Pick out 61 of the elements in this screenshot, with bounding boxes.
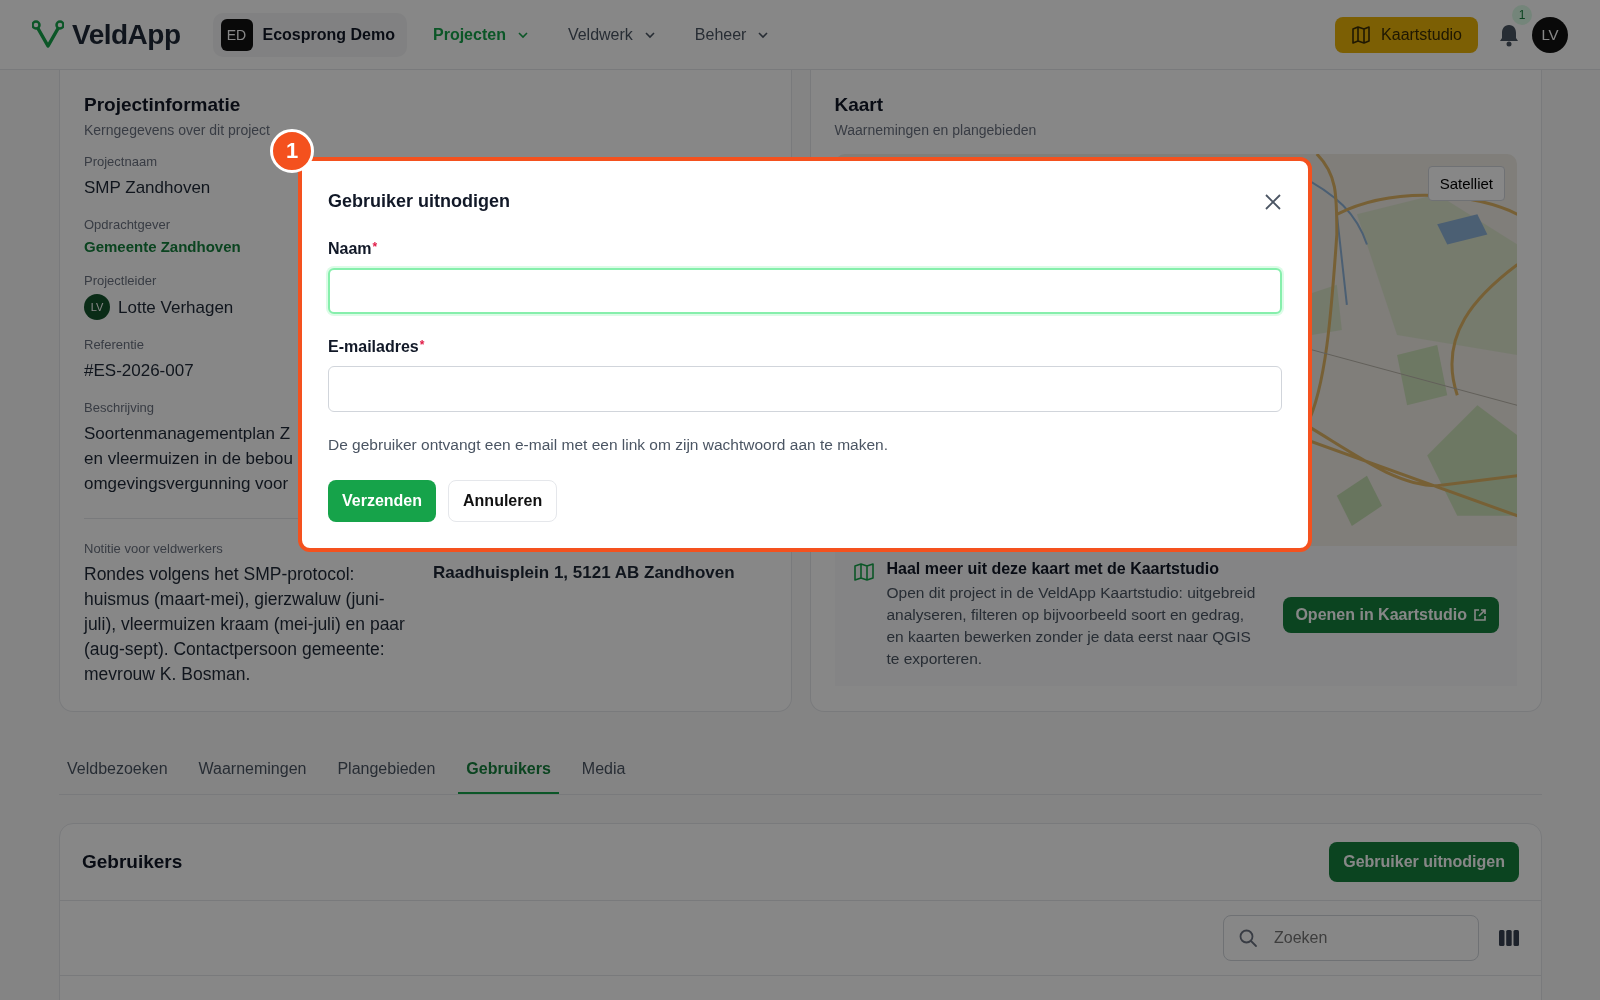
map-icon	[852, 562, 875, 582]
search-field[interactable]: Zoeken	[1223, 915, 1479, 961]
close-icon[interactable]	[1264, 192, 1282, 211]
submit-button[interactable]: Verzenden	[328, 480, 437, 522]
field-label: Notitie voor veldwerkers	[84, 541, 223, 556]
person-avatar: LV	[84, 294, 110, 320]
card-subtitle: Kerngegevens over dit project	[84, 122, 271, 138]
field-label: Projectnaam	[84, 154, 157, 169]
invite-user-button[interactable]: Gebruiker uitnodigen	[1329, 842, 1519, 882]
client-link[interactable]: Gemeente Zandhoven	[84, 238, 241, 255]
tab[interactable]: Plangebieden	[329, 752, 444, 794]
dialog-title: Gebruiker uitnodigen	[328, 191, 510, 212]
search-input[interactable]: Zoeken	[1272, 928, 1436, 948]
workspace-name: Ecosprong Demo	[262, 25, 395, 44]
app-logo[interactable]: VeldApp	[72, 18, 181, 51]
description-line: en vleermuizen in de bebou	[84, 448, 293, 470]
nav-menu[interactable]: Beheer	[694, 19, 771, 50]
promo-text: Open dit project in de VeldApp Kaartstudio: uitgebreid analyseren, filteren op bijvoorbeeld soort en gedrag, en kaarten bewerken zonder je data eerst naar QGIS te exporteren.	[886, 583, 1257, 669]
nav-menu[interactable]: Projecten	[433, 19, 530, 50]
field-value: SMP Zandhoven	[84, 177, 211, 199]
field-label: Naam	[328, 240, 372, 258]
search-icon	[1238, 928, 1258, 948]
field-value: #ES-2026-007	[84, 360, 194, 382]
field-value: Lotte Verhagen	[118, 296, 234, 319]
tab[interactable]: Media	[573, 752, 634, 794]
required-mark: *	[419, 338, 425, 354]
card-title: Kaart	[834, 94, 885, 116]
tab[interactable]: Gebruikers	[458, 752, 559, 794]
workspace-switcher[interactable]: ED Ecosprong Demo	[212, 12, 407, 57]
description-line: Soortenmanagementplan Z	[84, 423, 291, 445]
satellite-toggle[interactable]: Satelliet	[1427, 166, 1505, 201]
field-label: Opdrachtgever	[84, 217, 170, 232]
bell-icon[interactable]	[1498, 22, 1520, 47]
promo-title: Haal meer uit deze kaart met de Kaartstudio	[886, 560, 1221, 578]
note-text: Rondes volgens het SMP-protocol: huismus (maart-mei), gierzwaluw (juni-juli), vleermuizen kraam (mei-juli) en paar (aug-sept). Contactpersoon gemeente: mevrouw K. Bosman.	[84, 563, 406, 686]
notification-badge: 1	[1512, 4, 1532, 25]
user-avatar[interactable]: LV	[1532, 16, 1568, 53]
field-label: Projectleider	[84, 273, 157, 288]
hint-text: De gebruiker ontvangt een e-mail met een link om zijn wachtwoord aan te maken.	[328, 436, 889, 454]
tab[interactable]: Waarnemingen	[190, 752, 315, 794]
open-kaartstudio-button[interactable]: Openen in Kaartstudio	[1283, 597, 1499, 633]
tab[interactable]: Veldbezoeken	[59, 752, 176, 794]
card-title: Projectinformatie	[84, 94, 242, 116]
external-link-icon	[1473, 608, 1487, 622]
workspace-badge: ED	[220, 18, 253, 51]
field-label: E-mailadres	[328, 338, 419, 356]
description-line: omgevingsvergunning voor	[84, 473, 289, 495]
input-field[interactable]	[328, 366, 1282, 412]
nav-menu[interactable]: Veldwerk	[567, 19, 657, 50]
required-mark: *	[372, 240, 378, 256]
input-field[interactable]	[328, 268, 1282, 314]
address-text: Raadhuisplein 1, 5121 AB Zandhoven	[433, 563, 736, 583]
map-icon	[1351, 25, 1372, 44]
field-label: Beschrijving	[84, 400, 155, 415]
columns-icon[interactable]	[1499, 930, 1519, 946]
panel-title: Gebruikers	[82, 851, 183, 873]
kaartstudio-button[interactable]: Kaartstudio	[1335, 16, 1478, 53]
cancel-button[interactable]: Annuleren	[448, 480, 558, 522]
card-subtitle: Waarnemingen en plangebieden	[834, 122, 1038, 138]
field-label: Referentie	[84, 337, 144, 352]
logo-icon	[32, 19, 64, 50]
